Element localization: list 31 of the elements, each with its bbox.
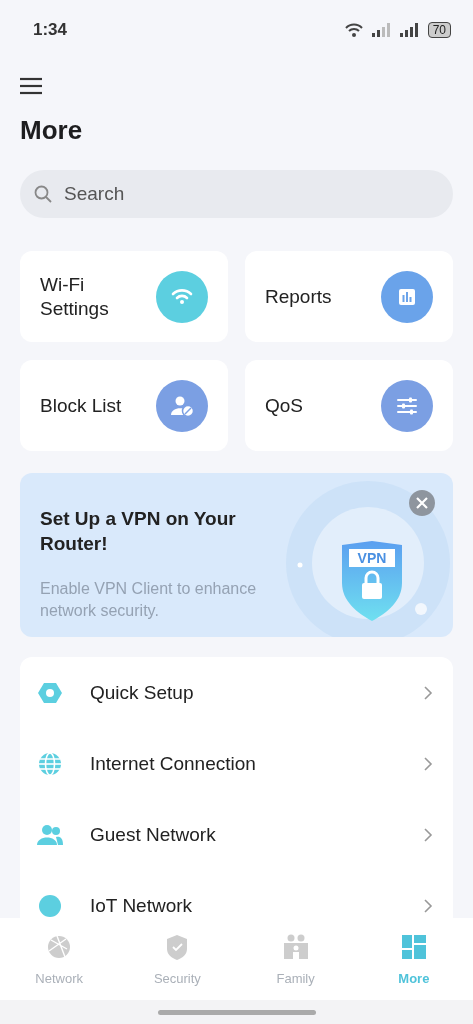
- circle-icon: [36, 892, 64, 918]
- close-button[interactable]: [409, 490, 435, 516]
- banner-text: Enable VPN Client to enhance network security.: [40, 579, 258, 621]
- shortcut-tile[interactable]: Reports: [245, 251, 453, 342]
- lock-icon: [362, 570, 382, 599]
- menu-icon[interactable]: [20, 77, 42, 95]
- family-icon: [281, 932, 310, 961]
- shortcut-tile[interactable]: Wi-Fi Settings: [20, 251, 228, 342]
- battery-level: 70: [427, 22, 451, 38]
- grid-icon: [399, 932, 428, 961]
- search-field[interactable]: Search: [20, 170, 453, 218]
- page-title: More: [20, 115, 84, 146]
- chevron-icon: [423, 826, 433, 843]
- shortcut-tile[interactable]: QoS: [245, 360, 453, 451]
- banner-title: Set Up a VPN on Your Router!: [40, 507, 237, 556]
- settings-item[interactable]: Guest Network: [20, 799, 453, 870]
- status-time: 1:34: [33, 20, 68, 40]
- settings-item[interactable]: Internet Connection: [20, 728, 453, 799]
- promo-banner[interactable]: Set Up a VPN on Your Router! Enable VPN Client to enhance network security. VPN: [20, 473, 453, 637]
- settings-item[interactable]: Quick Setup: [20, 657, 453, 728]
- shortcut-tile[interactable]: Block List: [20, 360, 228, 451]
- wifi-icon: [343, 22, 364, 38]
- chevron-icon: [423, 755, 433, 772]
- signal-icon: [371, 23, 392, 37]
- settings-item[interactable]: IoT Network: [20, 870, 453, 918]
- chevron-icon: [423, 897, 433, 914]
- globe-icon: [36, 750, 64, 777]
- chevron-icon: [423, 684, 433, 701]
- vpn-label: VPN: [349, 549, 395, 567]
- home-indicator[interactable]: [157, 1009, 316, 1015]
- signal-icon: [399, 23, 420, 37]
